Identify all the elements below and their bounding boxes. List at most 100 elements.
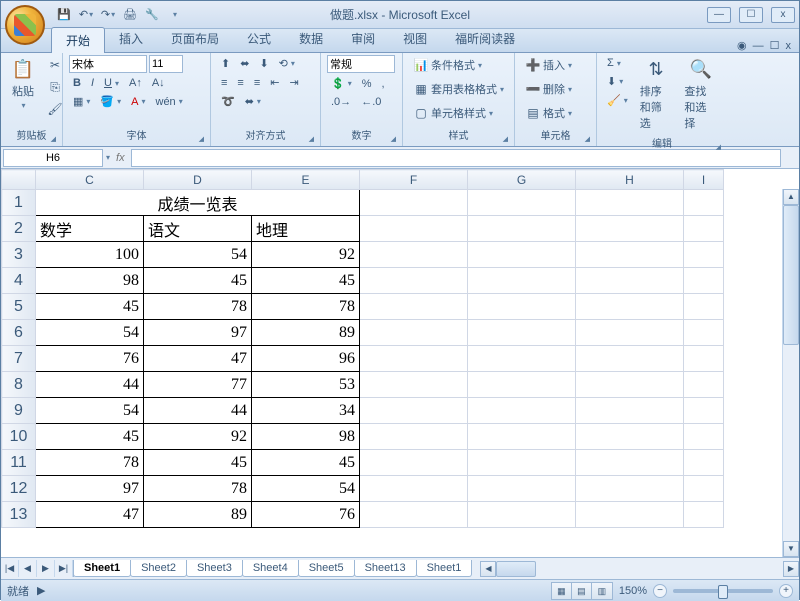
format-cells-button[interactable]: ▤格式▾	[521, 103, 576, 123]
delete-cells-button[interactable]: ➖删除▾	[521, 79, 576, 99]
macro-icon[interactable]: ▶	[37, 584, 45, 597]
merge-center-button[interactable]: ⬌▾	[241, 93, 265, 110]
cell[interactable]	[468, 216, 576, 242]
cell[interactable]	[360, 242, 468, 268]
ribbon-tab-5[interactable]: 审阅	[337, 26, 389, 52]
cell[interactable]	[684, 476, 724, 502]
zoom-level[interactable]: 150%	[619, 585, 647, 597]
sort-filter-button[interactable]: ⇅ 排序和筛选	[636, 55, 677, 133]
cell[interactable]	[468, 476, 576, 502]
fill-color-button[interactable]: 🪣▾	[96, 93, 125, 110]
increase-decimal-button[interactable]: .0→	[327, 94, 355, 110]
cell[interactable]: 45	[36, 424, 144, 450]
print-icon[interactable]: 🖨	[121, 6, 139, 24]
ribbon-minimize-icon[interactable]: —	[753, 40, 764, 52]
wrap-text-button[interactable]: ➰	[217, 93, 239, 110]
tools-icon[interactable]: 🔧	[143, 6, 161, 24]
undo-icon[interactable]: ↶▾	[77, 6, 95, 24]
cell[interactable]	[576, 502, 684, 528]
column-header[interactable]: G	[468, 170, 576, 190]
ribbon-tab-3[interactable]: 公式	[233, 26, 285, 52]
cell[interactable]	[468, 294, 576, 320]
page-break-button[interactable]: ▥	[592, 583, 612, 599]
orientation-button[interactable]: ⟲▾	[275, 55, 299, 72]
cell[interactable]	[684, 398, 724, 424]
cell[interactable]	[360, 502, 468, 528]
cell[interactable]: 97	[36, 476, 144, 502]
help-icon[interactable]: ◉	[737, 39, 747, 52]
number-format-select[interactable]	[327, 55, 395, 73]
row-header[interactable]: 12	[2, 476, 36, 502]
cell[interactable]: 89	[252, 320, 360, 346]
title-cell[interactable]: 成绩一览表	[36, 190, 360, 216]
select-all-corner[interactable]	[2, 170, 36, 190]
cell[interactable]	[360, 320, 468, 346]
font-size-select[interactable]	[149, 55, 183, 73]
align-center-button[interactable]: ≡	[233, 75, 247, 91]
next-sheet-button[interactable]: ▶	[37, 560, 55, 577]
conditional-format-button[interactable]: 📊条件格式▾	[409, 55, 486, 75]
cell[interactable]	[684, 502, 724, 528]
zoom-in-button[interactable]: +	[779, 584, 793, 598]
column-header[interactable]: D	[144, 170, 252, 190]
cell[interactable]: 92	[252, 242, 360, 268]
borders-button[interactable]: ▦▾	[69, 93, 94, 110]
ribbon-tab-0[interactable]: 开始	[51, 27, 105, 53]
column-header[interactable]: H	[576, 170, 684, 190]
minimize-button[interactable]: —	[707, 7, 731, 23]
row-header[interactable]: 10	[2, 424, 36, 450]
cell[interactable]: 96	[252, 346, 360, 372]
decrease-decimal-button[interactable]: ←.0	[357, 94, 385, 110]
indent-increase-button[interactable]: ⇥	[285, 74, 302, 91]
cell[interactable]	[576, 398, 684, 424]
sheet-tab[interactable]: Sheet1	[73, 560, 131, 577]
close-button[interactable]: x	[771, 7, 795, 23]
ribbon-tab-7[interactable]: 福昕阅读器	[441, 26, 529, 52]
row-header[interactable]: 4	[2, 268, 36, 294]
cell[interactable]	[684, 450, 724, 476]
comma-button[interactable]: ,	[378, 76, 389, 92]
cell[interactable]	[468, 450, 576, 476]
last-sheet-button[interactable]: ▶|	[55, 560, 73, 577]
spreadsheet-grid[interactable]: CDEFGHI 1成绩一览表2数学语文地理3100549249845455457…	[1, 169, 724, 528]
row-header[interactable]: 11	[2, 450, 36, 476]
cell[interactable]	[684, 372, 724, 398]
currency-button[interactable]: 💲▾	[327, 75, 356, 92]
cell[interactable]: 45	[252, 268, 360, 294]
cell[interactable]: 54	[36, 398, 144, 424]
font-name-select[interactable]	[69, 55, 147, 73]
cell[interactable]: 98	[36, 268, 144, 294]
row-header[interactable]: 2	[2, 216, 36, 242]
cell[interactable]	[468, 502, 576, 528]
clear-button[interactable]: 🧹▾	[603, 92, 632, 109]
cell[interactable]: 76	[252, 502, 360, 528]
cell[interactable]: 89	[144, 502, 252, 528]
column-header[interactable]: F	[360, 170, 468, 190]
sheet-tab[interactable]: Sheet5	[298, 560, 355, 577]
insert-cells-button[interactable]: ➕插入▾	[521, 55, 576, 75]
office-button[interactable]	[5, 5, 45, 45]
cell[interactable]: 地理	[252, 216, 360, 242]
cell[interactable]: 45	[252, 450, 360, 476]
cell[interactable]	[468, 242, 576, 268]
ribbon-tab-1[interactable]: 插入	[105, 26, 157, 52]
italic-button[interactable]: I	[87, 75, 98, 91]
find-select-button[interactable]: 🔍 查找和选择	[680, 55, 721, 133]
paste-button[interactable]: 📋 粘贴 ▾	[7, 55, 39, 112]
ribbon-tab-2[interactable]: 页面布局	[157, 26, 233, 52]
doc-close-icon[interactable]: x	[786, 40, 792, 52]
name-box[interactable]	[3, 149, 103, 167]
cell[interactable]	[468, 268, 576, 294]
row-header[interactable]: 1	[2, 190, 36, 216]
hscroll-thumb[interactable]	[496, 561, 536, 577]
cell[interactable]: 98	[252, 424, 360, 450]
row-header[interactable]: 5	[2, 294, 36, 320]
prev-sheet-button[interactable]: ◀	[19, 560, 37, 577]
cell[interactable]	[684, 190, 724, 216]
cell[interactable]	[576, 320, 684, 346]
cell[interactable]	[360, 216, 468, 242]
row-header[interactable]: 13	[2, 502, 36, 528]
row-header[interactable]: 7	[2, 346, 36, 372]
cell[interactable]: 78	[144, 294, 252, 320]
cell[interactable]: 78	[144, 476, 252, 502]
